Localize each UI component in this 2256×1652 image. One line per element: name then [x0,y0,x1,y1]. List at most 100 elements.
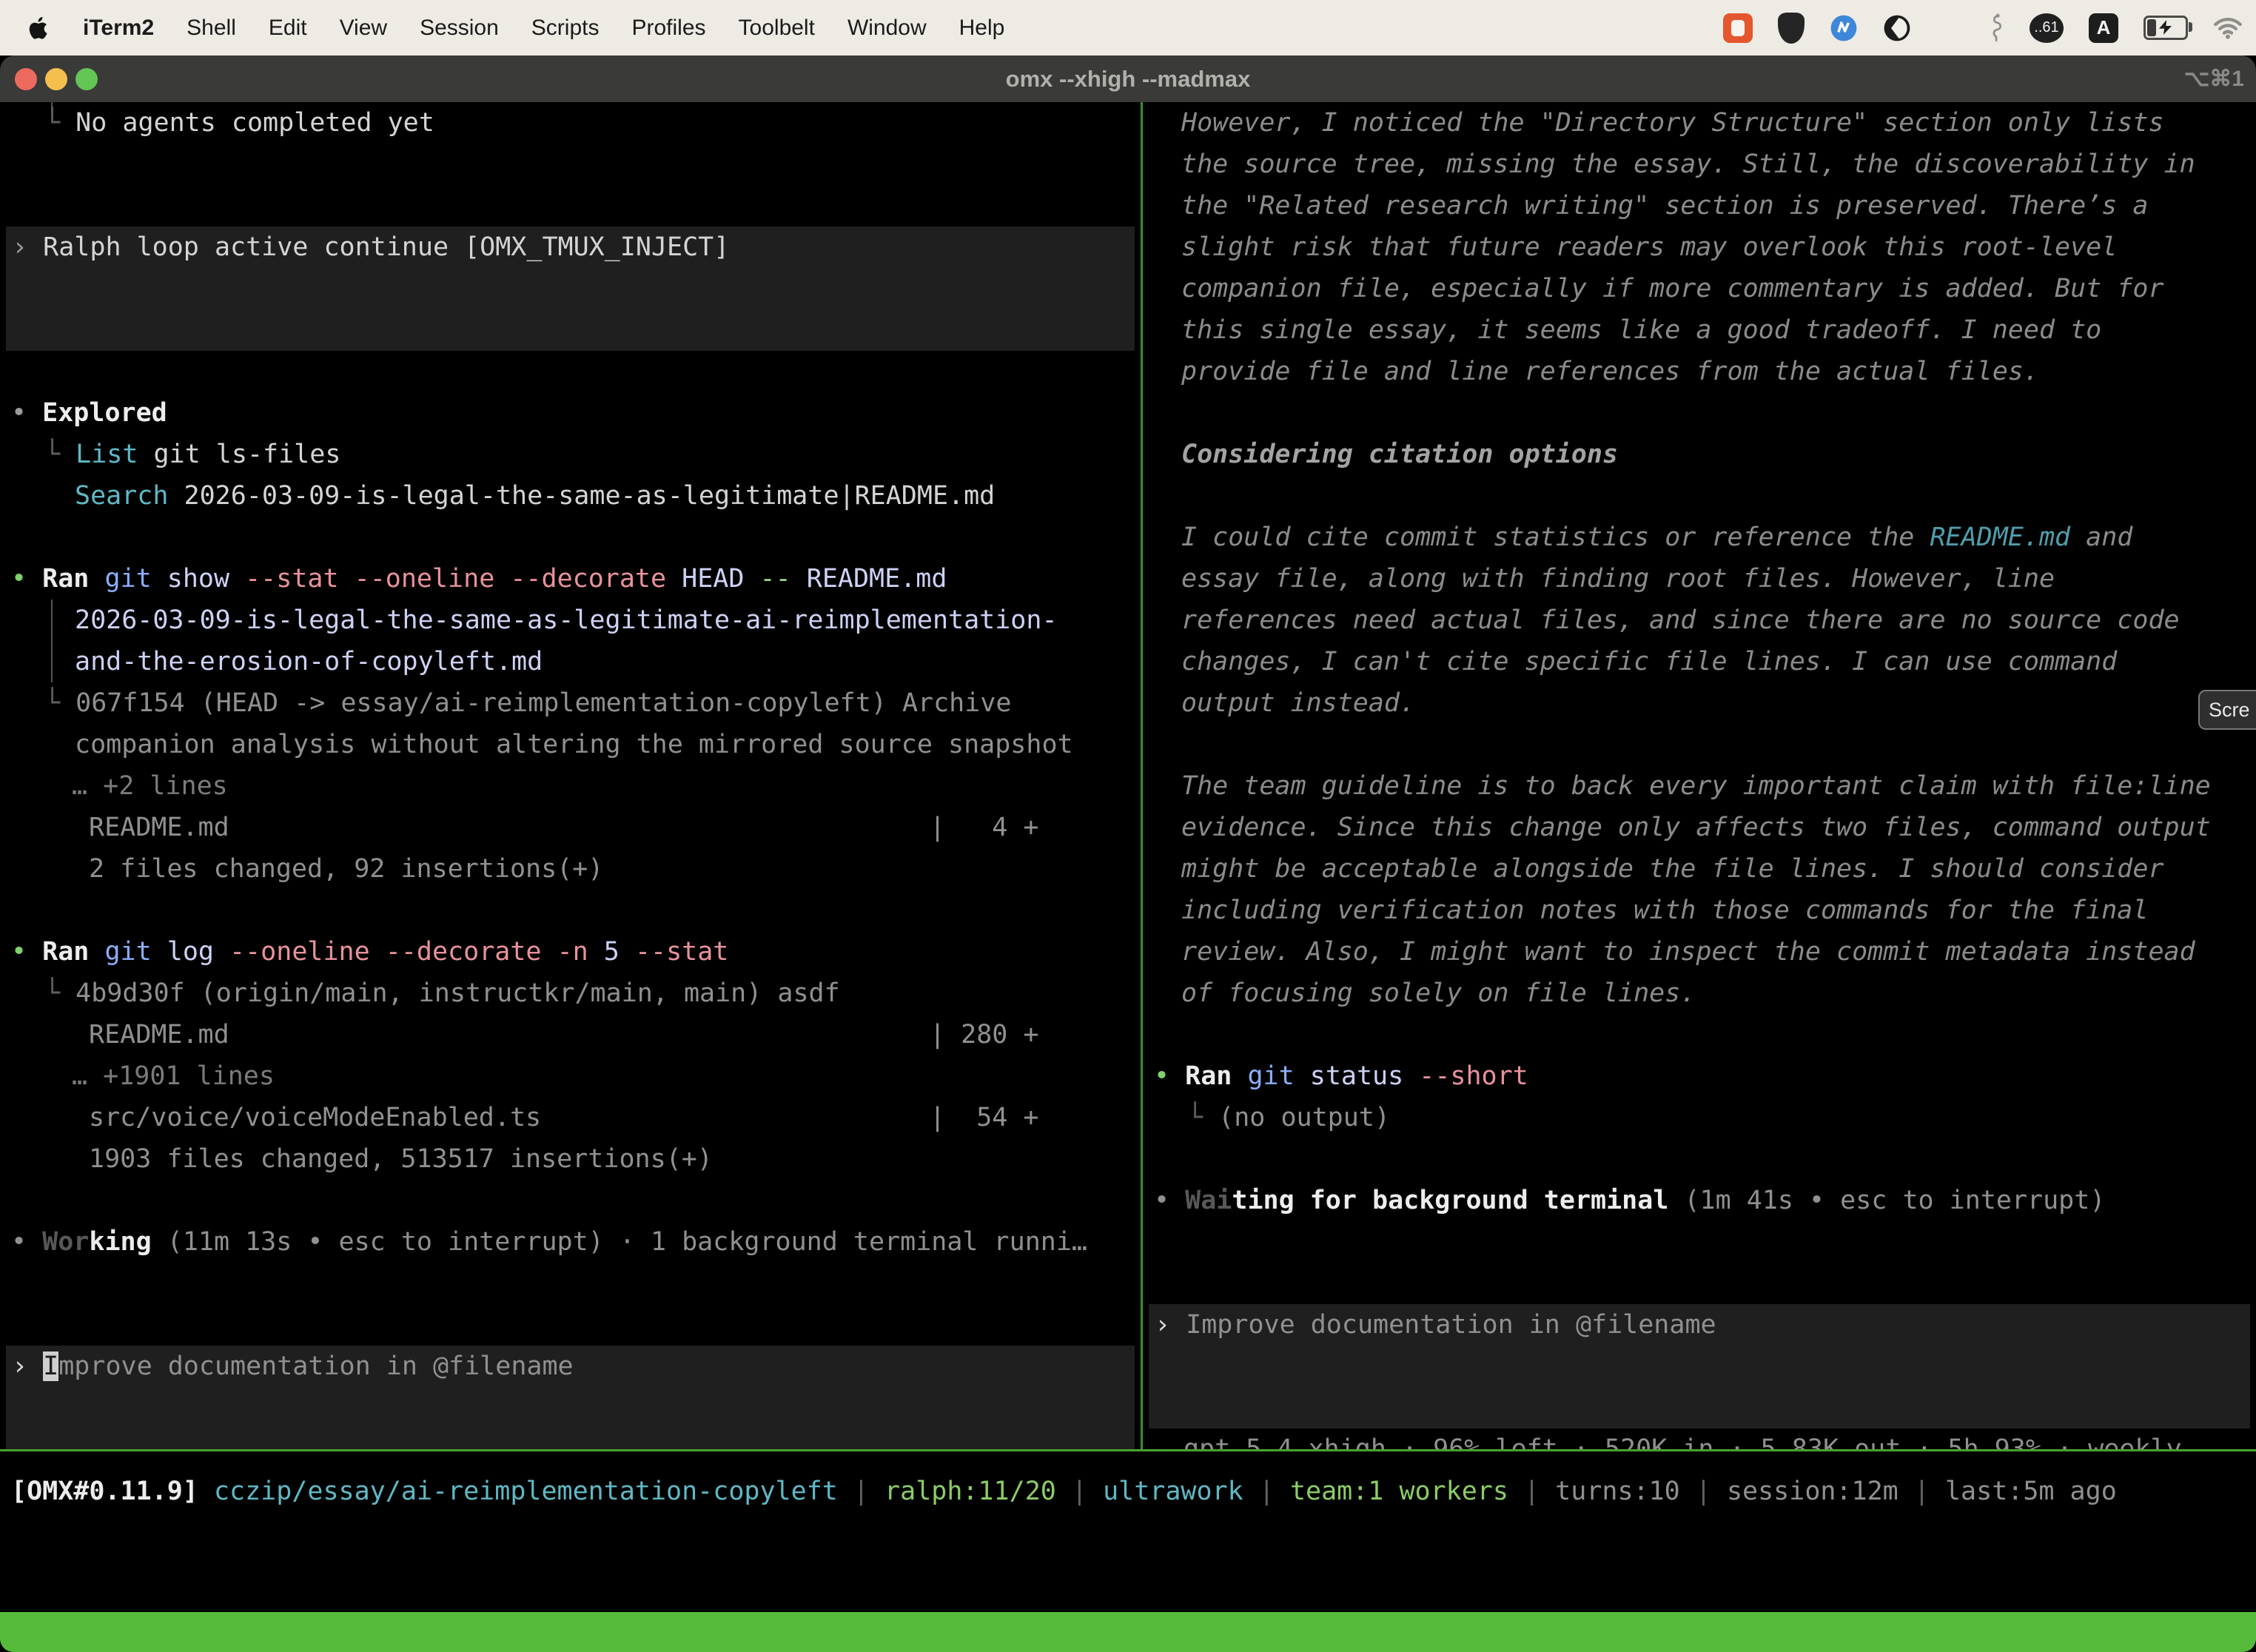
apple-menu[interactable] [28,16,50,41]
menu-item-profiles[interactable]: Profiles [631,16,705,41]
title-bar[interactable]: omx --xhigh --madmax ⌥⌘1 [0,56,2256,102]
reasoning-line: essay file, along with finding root file… [1143,558,2256,600]
menu-item-scripts[interactable]: Scripts [531,16,600,41]
blank-line [0,351,1141,392]
tool-output-line: └ (no output) [1143,1097,2256,1138]
reasoning-line: of focusing solely on file lines. [1143,973,2256,1014]
reasoning-line: companion file, especially if more comme… [1143,268,2256,309]
menu-item-help[interactable]: Help [959,16,1005,41]
command-wrap-line: 2026-03-09-is-legal-the-same-as-legitima… [0,600,1141,641]
prompt-input[interactable]: › Improve documentation in @filename [6,1346,1135,1449]
input-source-icon[interactable]: A [2089,13,2118,43]
blank-line [1143,1221,2256,1263]
tool-output-line: companion analysis without altering the … [0,724,1141,765]
dots-grid-icon[interactable] [1936,15,1963,41]
ran-git-status-line: • Ran git status --short [1143,1055,2256,1097]
screen: iTerm2 Shell Edit View Session Scripts Profile… [0,0,2256,1652]
menu-bar: iTerm2 Shell Edit View Session Scripts Profile… [0,0,2256,56]
blank-line [1143,1138,2256,1180]
reasoning-line: I could cite commit statistics or refere… [1143,517,2256,558]
tool-call-list: └ List git ls-files [0,434,1141,475]
menu-item-toolbelt[interactable]: Toolbelt [739,16,815,41]
badge-61-label: ..61 [2034,19,2058,36]
blank-line [0,517,1141,558]
menu-item-window[interactable]: Window [847,16,927,41]
reasoning-line: evidence. Since this change only affects… [1143,807,2256,848]
diffstat-line: 2 files changed, 92 insertions(+) [0,848,1141,890]
blank-line [1143,724,2256,765]
hook-icon[interactable] [1988,13,2004,44]
reasoning-line: slight risk that future readers may over… [1143,226,2256,268]
ran-git-log-line: • Ran git log --oneline --decorate -n 5 … [0,931,1141,973]
verified-badge-icon[interactable] [1830,14,1858,42]
blank-line [1143,1014,2256,1055]
prompt-input[interactable]: › Improve documentation in @filename [1149,1304,2250,1428]
screen-overlay-button[interactable]: Scre [2198,690,2256,730]
tool-output-line: … +2 lines [0,765,1141,807]
input-line[interactable]: › Improve documentation in @filename [6,1346,1135,1387]
shield-grid-icon[interactable] [1778,13,1805,44]
reasoning-line: provide file and line references from th… [1143,351,2256,392]
apple-icon [28,16,50,41]
reasoning-line: including verification notes with those … [1143,890,2256,931]
reasoning-line: this single essay, it seems like a good … [1143,309,2256,351]
terminal-window: omx --xhigh --madmax ⌥⌘1 └ No agents com… [0,56,2256,1652]
diffstat-line: 1903 files changed, 513517 insertions(+) [0,1138,1141,1180]
command-wrap-line: and-the-erosion-of-copyleft.md [0,641,1141,682]
tool-call-search: Search 2026-03-09-is-legal-the-same-as-l… [0,475,1141,517]
diffstat-count: | 280 + [930,1014,1039,1055]
battery-61-badge[interactable]: ..61 [2030,13,2064,43]
diffstat-count: | 4 + [930,807,1039,848]
menu-item-shell[interactable]: Shell [187,16,236,41]
left-pane[interactable]: └ No agents completed yet › Ralph loop ac… [0,102,1141,1449]
reasoning-line: the "Related research writing" section i… [1143,185,2256,226]
menubar-status-icons: ..61 A [1723,13,2256,44]
blank-line [1143,475,2256,517]
model-status-line: gpt-5.4 xhigh · 96% left · 520K in · 5.8… [1143,1428,2256,1449]
input-source-label: A [2097,16,2111,39]
reasoning-line: review. Also, I might want to inspect th… [1143,931,2256,973]
ralph-inject-box[interactable]: › Ralph loop active continue [OMX_TMUX_I… [6,226,1135,351]
menu-items: iTerm2 Shell Edit View Session Scripts Profile… [83,16,1004,41]
input-line[interactable]: › Ralph loop active continue [OMX_TMUX_I… [6,226,1135,268]
reasoning-line: However, I noticed the "Directory Struct… [1143,102,2256,144]
tree-guide [51,641,53,682]
blank-line [0,890,1141,931]
diffstat-line: README.md| 4 + [0,807,1141,848]
reasoning-line: the source tree, missing the essay. Stil… [1143,144,2256,185]
diffstat-line: README.md| 280 + [0,1014,1141,1055]
reasoning-line: references need actual files, and since … [1143,600,2256,641]
blank-line [0,144,1141,185]
right-pane[interactable]: However, I noticed the "Directory Struct… [1143,102,2256,1449]
working-status-line: • Working (11m 13s • esc to interrupt) ·… [0,1221,1141,1263]
tool-output-line: … +1901 lines [0,1055,1141,1097]
window-title: omx --xhigh --madmax [0,56,2256,102]
ran-git-show-line: • Ran git show --stat --oneline --decora… [0,558,1141,600]
reasoning-line: might be acceptable alongside the file l… [1143,848,2256,890]
reasoning-line: changes, I can't cite specific file line… [1143,641,2256,682]
menu-item-view[interactable]: View [340,16,387,41]
window-shortcut: ⌥⌘1 [2184,56,2244,102]
diffstat-count: | 54 + [930,1097,1039,1138]
diffstat-line: src/voice/voiceModeEnabled.ts| 54 + [0,1097,1141,1138]
menu-item-edit[interactable]: Edit [269,16,307,41]
terminal-area: └ No agents completed yet › Ralph loop ac… [0,102,2256,1449]
battery-charging-icon[interactable] [2143,16,2188,40]
menu-item-iterm2[interactable]: iTerm2 [83,16,154,41]
reasoning-line: The team guideline is to back every impo… [1143,765,2256,807]
waiting-status-line: • Waiting for background terminal (1m 41… [1143,1180,2256,1221]
omx-status-line: [OMX#0.11.9] cczip/essay/ai-reimplementa… [0,1451,2256,1612]
no-agents-line: └ No agents completed yet [0,102,1141,144]
tool-output-line: └ 4b9d30f (origin/main, instructkr/main,… [0,973,1141,1014]
menu-item-session[interactable]: Session [420,16,499,41]
tmux-status-bar: [omx-cczip0:bash* "MacBook-Pro-44.local"… [0,1612,2256,1652]
explored-header: • Explored [0,392,1141,434]
wifi-icon[interactable] [2213,17,2243,39]
reasoning-heading: Considering citation options [1143,434,2256,475]
input-line[interactable]: › Improve documentation in @filename [1149,1304,2250,1346]
reasoning-line: output instead. [1143,682,2256,724]
tool-output-line: └ 067f154 (HEAD -> essay/ai-reimplementa… [0,682,1141,724]
messages-icon[interactable] [1723,13,1753,43]
kaleidoscope-icon[interactable] [1883,14,1911,42]
tree-guide [51,600,53,641]
